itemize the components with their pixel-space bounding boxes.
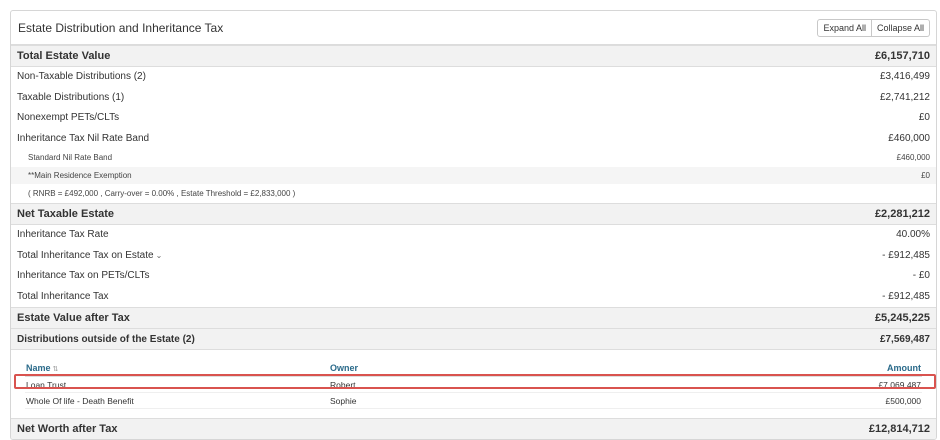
expand-all-button[interactable]: Expand All	[817, 18, 872, 37]
amount-column-header: Amount	[887, 363, 921, 373]
distributions-table-header: Name ⇅ Owner Amount	[25, 353, 922, 377]
nil-rate-band-row: Inheritance Tax Nil Rate Band £460,000	[11, 129, 936, 149]
taxable-value: £2,741,212	[879, 91, 930, 103]
nil-rate-band-value: £460,000	[888, 132, 930, 144]
non-taxable-label: Non-Taxable Distributions (2)	[17, 71, 146, 83]
net-worth-value: £12,814,712	[868, 423, 930, 435]
name-header-label: Name	[26, 363, 51, 373]
value-after-tax-label: Estate Value after Tax	[17, 312, 130, 324]
tax-rate-value: 40.00%	[896, 229, 930, 241]
name-column-header[interactable]: Name ⇅	[25, 363, 330, 373]
net-worth-row: Net Worth after Tax £12,814,712	[11, 418, 936, 439]
sort-icon[interactable]: ⇅	[53, 366, 59, 373]
collapse-all-button[interactable]: Collapse All	[871, 18, 930, 37]
iht-pets-value: - £0	[912, 270, 930, 282]
standard-nrb-label: Standard Nil Rate Band	[28, 153, 113, 162]
total-iht-estate-toggle[interactable]: Total Inheritance Tax on Estate ⌄	[17, 250, 162, 261]
estate-distribution-panel: Estate Distribution and Inheritance Tax …	[10, 10, 937, 440]
distribution-name: Whole Of life - Death Benefit	[26, 395, 134, 406]
value-after-tax-value: £5,245,225	[874, 312, 930, 324]
chevron-down-icon[interactable]: ⌄	[156, 251, 163, 260]
total-iht-estate-value: - £912,485	[882, 249, 930, 261]
distribution-owner: Robert	[330, 379, 356, 390]
total-estate-row: Total Estate Value £6,157,710	[11, 45, 936, 67]
distribution-owner: Sophie	[330, 395, 357, 406]
total-iht-label: Total Inheritance Tax	[17, 290, 109, 302]
nonexempt-pets-label: Nonexempt PETs/CLTs	[17, 112, 120, 124]
panel-header: Estate Distribution and Inheritance Tax …	[11, 11, 936, 45]
distribution-name: Loan Trust	[26, 379, 67, 390]
iht-pets-label: Inheritance Tax on PETs/CLTs	[17, 270, 150, 282]
total-iht-row: Total Inheritance Tax - £912,485	[11, 287, 936, 307]
value-after-tax-row: Estate Value after Tax £5,245,225	[11, 307, 936, 329]
net-taxable-row: Net Taxable Estate £2,281,212	[11, 203, 936, 225]
non-taxable-row: Non-Taxable Distributions (2) £3,416,499	[11, 67, 936, 88]
nil-rate-band-label: Inheritance Tax Nil Rate Band	[17, 132, 150, 144]
total-iht-estate-label: Total Inheritance Tax on Estate	[17, 249, 154, 261]
owner-column-header: Owner	[330, 363, 359, 373]
nonexempt-pets-value: £0	[918, 112, 930, 124]
standard-nrb-value: £460,000	[896, 153, 930, 162]
outside-estate-row: Distributions outside of the Estate (2) …	[11, 329, 936, 350]
main-residence-value: £0	[921, 171, 930, 180]
net-taxable-label: Net Taxable Estate	[17, 208, 115, 220]
outside-estate-value: £7,569,487	[879, 333, 930, 345]
net-worth-label: Net Worth after Tax	[17, 423, 118, 435]
tax-rate-label: Inheritance Tax Rate	[17, 229, 109, 241]
table-row[interactable]: Whole Of life - Death Benefit Sophie £50…	[25, 393, 922, 409]
total-iht-estate-row[interactable]: Total Inheritance Tax on Estate ⌄ - £912,…	[11, 246, 936, 266]
distribution-amount: £7,069,487	[878, 379, 921, 390]
nonexempt-pets-row: Nonexempt PETs/CLTs £0	[11, 108, 936, 129]
total-estate-value: £6,157,710	[874, 50, 930, 62]
total-estate-label: Total Estate Value	[17, 50, 111, 62]
rnrb-note: ( RNRB = £492,000 , Carry-over = 0.00% ,…	[28, 189, 296, 198]
distributions-table: Name ⇅ Owner Amount Loan Trust Robert £7,…	[11, 353, 936, 409]
total-iht-value: - £912,485	[882, 290, 930, 302]
main-residence-row: **Main Residence Exemption £0	[11, 167, 936, 185]
iht-pets-row: Inheritance Tax on PETs/CLTs - £0	[11, 266, 936, 287]
non-taxable-value: £3,416,499	[879, 71, 930, 83]
expand-collapse-group: Expand All Collapse All	[817, 18, 930, 37]
net-taxable-value: £2,281,212	[874, 208, 930, 220]
tax-rate-row: Inheritance Tax Rate 40.00%	[11, 225, 936, 246]
standard-nrb-row: Standard Nil Rate Band £460,000	[11, 149, 936, 167]
taxable-label: Taxable Distributions (1)	[17, 91, 125, 103]
table-row[interactable]: Loan Trust Robert £7,069,487	[25, 377, 922, 393]
distribution-amount: £500,000	[885, 395, 921, 406]
main-residence-label: **Main Residence Exemption	[28, 171, 132, 180]
outside-estate-label: Distributions outside of the Estate (2)	[17, 333, 195, 345]
taxable-row: Taxable Distributions (1) £2,741,212	[11, 88, 936, 108]
panel-title: Estate Distribution and Inheritance Tax	[18, 20, 224, 35]
rnrb-note-row: ( RNRB = £492,000 , Carry-over = 0.00% ,…	[11, 185, 936, 203]
